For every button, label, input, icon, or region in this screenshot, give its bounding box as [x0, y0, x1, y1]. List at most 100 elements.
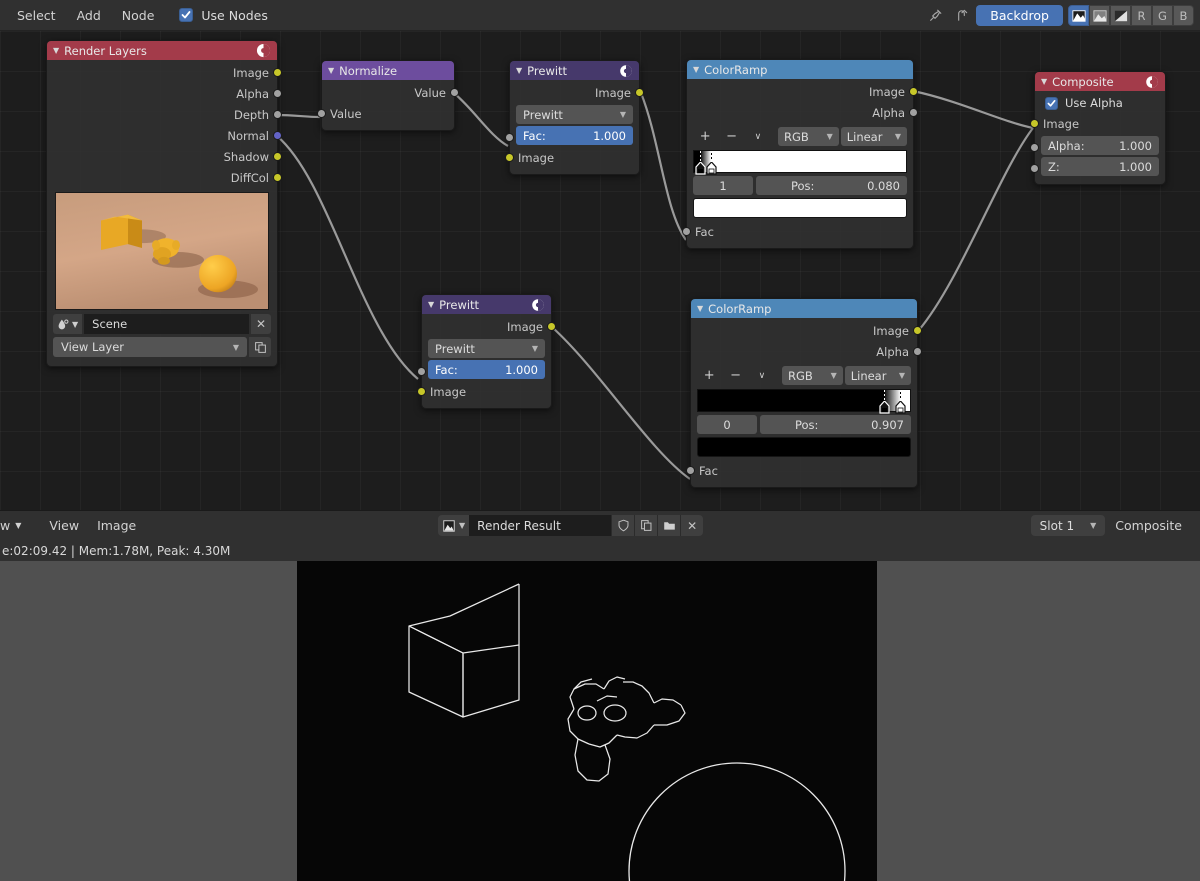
gradient-bar-1[interactable] — [693, 150, 907, 175]
fac-slider[interactable]: Fac: 1.000 — [428, 360, 545, 379]
fac-slider[interactable]: Fac: 1.000 — [516, 126, 633, 145]
image-menu-image[interactable]: Image — [88, 515, 145, 536]
stop-position-field[interactable]: Pos: 0.080 — [756, 176, 907, 195]
socket-dot-image-out[interactable] — [635, 88, 644, 97]
node-header-composite[interactable]: ▼ Composite — [1035, 72, 1165, 91]
view-layer-field[interactable]: View Layer ▼ — [53, 337, 247, 357]
ramp-stop-1[interactable] — [895, 390, 907, 414]
collapse-triangle-icon[interactable]: ▼ — [428, 300, 434, 309]
node-render-layers[interactable]: ▼ Render Layers Image Alpha Depth Normal… — [46, 40, 282, 367]
interpolation-dropdown[interactable]: Linear ▼ — [844, 366, 912, 385]
stop-index-field[interactable]: 1 — [693, 176, 753, 195]
shield-icon[interactable] — [611, 515, 635, 536]
socket-dot-z-in[interactable] — [1030, 163, 1039, 173]
go-to-parent-icon[interactable] — [948, 5, 974, 27]
alpha-field[interactable]: Alpha: 1.000 — [1041, 136, 1159, 155]
socket-dot-image-out[interactable] — [909, 87, 918, 96]
ramp-menu-button[interactable]: ∨ — [750, 366, 774, 385]
socket-out-diffcol[interactable]: DiffCol — [47, 167, 282, 188]
menu-select[interactable]: Select — [8, 5, 65, 26]
folder-icon[interactable] — [657, 515, 681, 536]
view-gradient-icon[interactable] — [1110, 5, 1131, 26]
backdrop-button[interactable]: Backdrop — [976, 5, 1063, 26]
use-alpha-checkbox[interactable] — [1045, 96, 1058, 110]
channel-r-button[interactable]: R — [1131, 5, 1152, 26]
socket-dot-image-in[interactable] — [417, 387, 426, 396]
unlink-x-icon[interactable]: ✕ — [680, 515, 704, 536]
node-header-render-layers[interactable]: ▼ Render Layers — [47, 41, 277, 60]
node-prewitt-1[interactable]: ▼ Prewitt Image Prewitt ▼ Fac: 1.000 Ima… — [505, 60, 644, 175]
socket-dot-image[interactable] — [273, 68, 282, 77]
menu-node[interactable]: Node — [113, 5, 164, 26]
add-stop-button[interactable]: + — [697, 366, 721, 385]
socket-dot-image-in[interactable] — [505, 153, 514, 162]
socket-out-image[interactable]: Image — [47, 62, 282, 83]
channel-b-button[interactable]: B — [1173, 5, 1194, 26]
socket-dot-value-in[interactable] — [317, 109, 326, 118]
socket-out-alpha[interactable]: Alpha — [47, 83, 282, 104]
ramp-stop-0[interactable] — [878, 390, 890, 414]
use-alpha-row[interactable]: Use Alpha — [1035, 93, 1165, 113]
render-slot-dropdown[interactable]: Slot 1 ▼ — [1030, 515, 1106, 536]
image-name-field[interactable]: Render Result — [469, 515, 612, 536]
node-colorramp-1[interactable]: ▼ ColorRamp Image Alpha + − ∨ RGB ▼ Line… — [682, 59, 918, 249]
socket-out-image[interactable]: Image — [687, 81, 918, 102]
socket-dot-shadow[interactable] — [273, 152, 282, 161]
socket-out-image[interactable]: Image — [422, 316, 556, 337]
stop-color-swatch[interactable] — [697, 437, 911, 457]
socket-out-alpha[interactable]: Alpha — [691, 341, 922, 362]
node-colorramp-2[interactable]: ▼ ColorRamp Image Alpha + − ∨ RGB ▼ Line… — [686, 298, 922, 488]
add-stop-button[interactable]: + — [693, 127, 717, 146]
socket-dot-fac-in[interactable] — [686, 466, 695, 475]
remove-stop-button[interactable]: − — [719, 127, 743, 146]
collapse-triangle-icon[interactable]: ▼ — [328, 66, 334, 75]
socket-dot-depth[interactable] — [273, 110, 282, 119]
new-layer-icon[interactable] — [249, 337, 271, 357]
collapse-triangle-icon[interactable]: ▼ — [53, 46, 59, 55]
stop-position-field[interactable]: Pos: 0.907 — [760, 415, 911, 434]
socket-dot-image-out[interactable] — [913, 326, 922, 335]
interpolation-dropdown[interactable]: Linear ▼ — [840, 127, 908, 146]
socket-dot-alpha-out[interactable] — [913, 347, 922, 356]
socket-dot-diffcol[interactable] — [273, 173, 282, 182]
socket-out-image[interactable]: Image — [691, 320, 922, 341]
socket-out-alpha[interactable]: Alpha — [687, 102, 918, 123]
ramp-menu-button[interactable]: ∨ — [746, 127, 770, 146]
ramp-stop-1[interactable] — [706, 151, 717, 175]
stop-index-field[interactable]: 0 — [697, 415, 757, 434]
view-alpha-icon[interactable] — [1089, 5, 1110, 26]
socket-in-image[interactable]: Image — [505, 147, 639, 168]
node-header-colorramp-2[interactable]: ▼ ColorRamp — [691, 299, 917, 318]
socket-out-image[interactable]: Image — [510, 82, 644, 103]
copy-icon[interactable] — [634, 515, 658, 536]
scene-clear-x-icon[interactable]: ✕ — [251, 314, 271, 334]
socket-in-fac[interactable]: Fac — [686, 460, 917, 481]
node-header-prewitt-1[interactable]: ▼ Prewitt — [510, 61, 639, 80]
scene-selector-row[interactable]: ▼ Scene ✕ — [53, 314, 271, 334]
socket-dot-normal[interactable] — [273, 131, 282, 140]
remove-stop-button[interactable]: − — [723, 366, 747, 385]
node-header-colorramp-1[interactable]: ▼ ColorRamp — [687, 60, 913, 79]
node-prewitt-2[interactable]: ▼ Prewitt Image Prewitt ▼ Fac: 1.000 Ima… — [417, 294, 556, 409]
socket-dot-fac-in[interactable] — [417, 366, 426, 376]
socket-dot-fac-in[interactable] — [682, 227, 691, 236]
socket-dot-fac-in[interactable] — [505, 132, 514, 142]
image-datablock-icon[interactable]: ▼ — [438, 515, 470, 536]
view-image-icon[interactable] — [1068, 5, 1089, 26]
node-editor-canvas[interactable]: ▼ Render Layers Image Alpha Depth Normal… — [0, 31, 1200, 510]
z-field[interactable]: Z: 1.000 — [1041, 157, 1159, 176]
filter-type-dropdown[interactable]: Prewitt ▼ — [428, 339, 545, 358]
editor-type-dropdown[interactable]: w ▼ — [0, 515, 30, 536]
collapse-triangle-icon[interactable]: ▼ — [693, 65, 699, 74]
use-nodes-checkbox[interactable] — [179, 8, 194, 22]
node-composite[interactable]: ▼ Composite Use Alpha Image Alpha: 1.000… — [1030, 71, 1166, 185]
color-mode-dropdown[interactable]: RGB ▼ — [782, 366, 843, 385]
use-nodes-toggle[interactable]: Use Nodes — [179, 8, 268, 23]
stop-color-swatch[interactable] — [693, 198, 907, 218]
socket-out-value[interactable]: Value — [322, 82, 459, 103]
socket-dot-alpha-in[interactable] — [1030, 142, 1039, 152]
ramp-stop-0[interactable] — [695, 151, 706, 175]
socket-dot-image-in[interactable] — [1030, 119, 1039, 128]
socket-in-fac[interactable]: Fac — [682, 221, 913, 242]
scene-icon[interactable]: ▼ — [53, 314, 83, 334]
